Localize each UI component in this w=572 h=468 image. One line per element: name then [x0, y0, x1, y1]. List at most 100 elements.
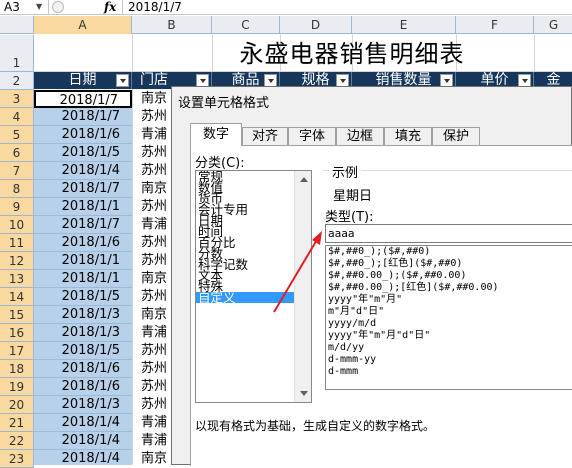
insert-function-icon[interactable]: fx: [104, 0, 116, 14]
date-cell[interactable]: 2018/1/5: [34, 144, 132, 162]
row-header[interactable]: 21: [0, 414, 34, 432]
date-cell[interactable]: 2018/1/3: [34, 324, 132, 342]
format-code-list[interactable]: $#,##0_);($#,##0) $#,##0_);[红色]($#,##0) …: [325, 245, 572, 390]
format-code-item[interactable]: d-mmm: [326, 366, 572, 378]
type-input[interactable]: aaaa: [325, 224, 572, 243]
store-cell[interactable]: 苏州: [133, 288, 173, 306]
date-cell[interactable]: 2018/1/7: [34, 180, 132, 198]
date-cell[interactable]: 2018/1/1: [34, 270, 132, 288]
category-list[interactable]: 常规 数值 货币 会计专用 日期 时间 百分比 分数 科学记数 文本 特殊 自定…: [195, 170, 312, 403]
row-header[interactable]: 18: [0, 360, 34, 378]
row-header[interactable]: 10: [0, 216, 34, 234]
date-cell[interactable]: 2018/1/7: [34, 216, 132, 234]
tab-number[interactable]: 数字: [190, 123, 242, 146]
store-cell[interactable]: 苏州: [133, 342, 173, 360]
format-code-item[interactable]: yyyy"年"m"月"d"日": [326, 330, 572, 342]
store-cell[interactable]: 苏州: [133, 144, 173, 162]
date-cell[interactable]: 2018/1/6: [34, 234, 132, 252]
tab-border[interactable]: 边框: [336, 127, 384, 146]
row-header[interactable]: 12: [0, 252, 34, 270]
row-header[interactable]: 1: [0, 35, 34, 72]
store-cell[interactable]: 南京: [133, 90, 173, 108]
store-cell[interactable]: 青浦: [133, 126, 173, 144]
select-all-corner[interactable]: [0, 16, 34, 34]
name-box-dropdown-icon[interactable]: ▼: [36, 0, 42, 14]
format-code-item[interactable]: $#,##0_);($#,##0): [326, 246, 572, 258]
row-header[interactable]: 11: [0, 234, 34, 252]
row-header[interactable]: 3: [0, 90, 34, 108]
row-header[interactable]: 15: [0, 306, 34, 324]
date-cell[interactable]: 2018/1/5: [34, 342, 132, 360]
store-cell[interactable]: 南京: [133, 450, 173, 465]
store-cell[interactable]: 青浦: [133, 216, 173, 234]
column-header-g[interactable]: G: [534, 16, 572, 34]
date-cell[interactable]: 2018/1/6: [34, 378, 132, 396]
column-header-c[interactable]: C: [212, 16, 280, 34]
category-scrollbar[interactable]: [294, 171, 311, 402]
date-cell[interactable]: 2018/1/4: [34, 414, 132, 432]
format-code-item[interactable]: $#,##0.00_);[红色]($#,##0.00): [326, 282, 572, 294]
store-cell[interactable]: 南京: [133, 270, 173, 288]
row-header[interactable]: 2: [0, 72, 34, 90]
row-header[interactable]: 20: [0, 396, 34, 414]
date-cell[interactable]: 2018/1/1: [34, 198, 132, 216]
format-code-item[interactable]: m/d/yy: [326, 342, 572, 354]
date-cell[interactable]: 2018/1/1: [34, 252, 132, 270]
date-cell[interactable]: 2018/1/6: [34, 360, 132, 378]
format-code-item[interactable]: yyyy/m/d: [326, 318, 572, 330]
store-cell[interactable]: 苏州: [133, 234, 173, 252]
store-cell[interactable]: 南京: [133, 180, 173, 198]
format-code-item[interactable]: m"月"d"日": [326, 306, 572, 318]
formula-bar-handle-icon[interactable]: [52, 1, 64, 13]
row-header[interactable]: 4: [0, 108, 34, 126]
store-cell[interactable]: 苏州: [133, 378, 173, 396]
store-cell[interactable]: 苏州: [133, 396, 173, 414]
row-header[interactable]: 19: [0, 378, 34, 396]
row-header[interactable]: 6: [0, 144, 34, 162]
scroll-up-icon[interactable]: [300, 177, 308, 182]
formula-input[interactable]: 2018/1/7: [128, 0, 182, 14]
store-cell[interactable]: 苏州: [133, 198, 173, 216]
store-cell[interactable]: 青浦: [133, 432, 173, 450]
store-cell[interactable]: 苏州: [133, 162, 173, 180]
date-cell[interactable]: 2018/1/4: [34, 162, 132, 180]
date-cell[interactable]: 2018/1/4: [34, 432, 132, 450]
row-header[interactable]: 23: [0, 450, 34, 468]
row-header[interactable]: 22: [0, 432, 34, 450]
tab-alignment[interactable]: 对齐: [242, 127, 288, 146]
tab-font[interactable]: 字体: [288, 127, 336, 146]
column-header-b[interactable]: B: [132, 16, 212, 34]
column-header-f[interactable]: F: [456, 16, 534, 34]
date-cell[interactable]: 2018/1/6: [34, 126, 132, 144]
date-cell[interactable]: 2018/1/7: [34, 90, 132, 108]
date-cell[interactable]: 2018/1/7: [34, 108, 132, 126]
row-header[interactable]: 13: [0, 270, 34, 288]
column-header-a[interactable]: A: [34, 16, 132, 34]
store-cell[interactable]: 苏州: [133, 252, 173, 270]
format-code-item[interactable]: d-mmm-yy: [326, 354, 572, 366]
format-code-item[interactable]: $#,##0_);[红色]($#,##0): [326, 258, 572, 270]
row-header[interactable]: 7: [0, 162, 34, 180]
scroll-down-icon[interactable]: [300, 391, 308, 396]
row-header[interactable]: 17: [0, 342, 34, 360]
tab-fill[interactable]: 填充: [384, 127, 432, 146]
store-cell[interactable]: 青浦: [133, 414, 173, 432]
store-cell[interactable]: 青浦: [133, 324, 173, 342]
store-cell[interactable]: 苏州: [133, 360, 173, 378]
date-cell[interactable]: 2018/1/4: [34, 450, 132, 465]
filter-dropdown-icon[interactable]: [116, 74, 129, 87]
tab-protection[interactable]: 保护: [432, 127, 480, 146]
date-cell[interactable]: 2018/1/3: [34, 396, 132, 414]
store-cell[interactable]: 苏州: [133, 108, 173, 126]
store-cell[interactable]: 南京: [133, 306, 173, 324]
format-code-item[interactable]: yyyy"年"m"月": [326, 294, 572, 306]
row-header[interactable]: 16: [0, 324, 34, 342]
row-header[interactable]: 9: [0, 198, 34, 216]
format-code-item[interactable]: $#,##0.00_);($#,##0.00): [326, 270, 572, 282]
date-cell[interactable]: 2018/1/3: [34, 306, 132, 324]
row-header[interactable]: 14: [0, 288, 34, 306]
column-header-d[interactable]: D: [280, 16, 352, 34]
column-header-e[interactable]: E: [352, 16, 456, 34]
date-cell[interactable]: 2018/1/5: [34, 288, 132, 306]
row-header[interactable]: 5: [0, 126, 34, 144]
